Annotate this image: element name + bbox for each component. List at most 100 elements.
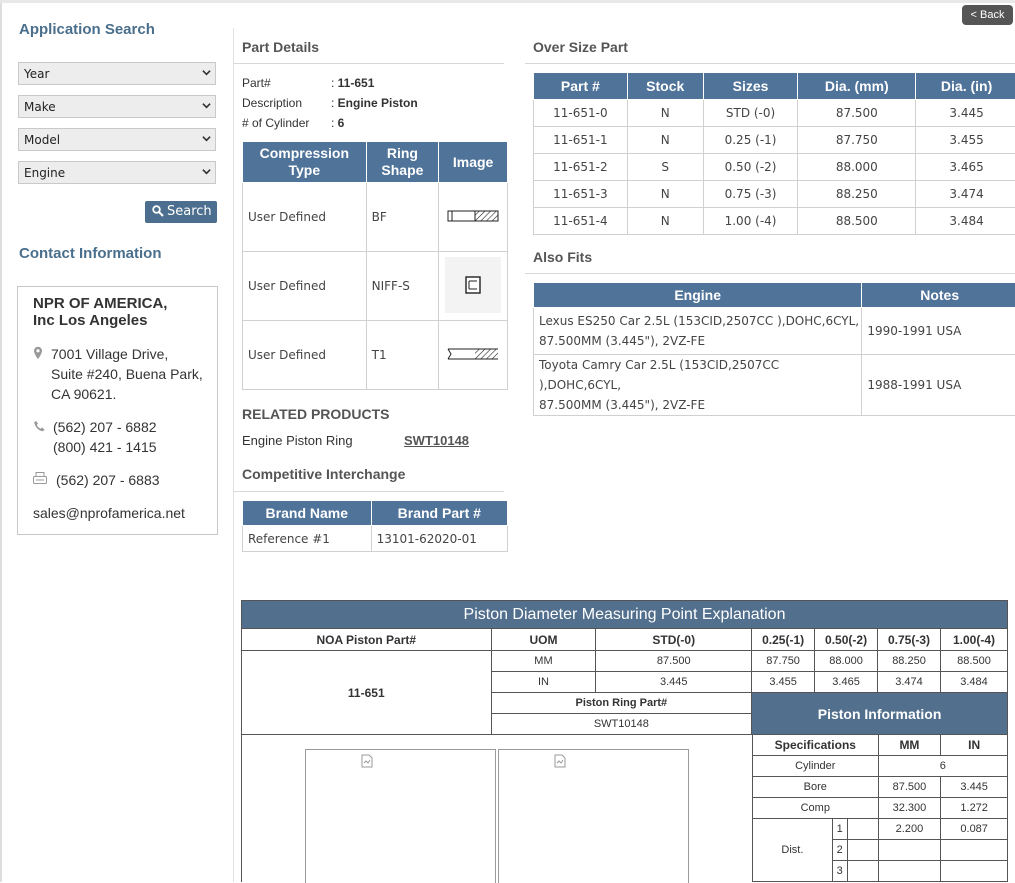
part-number-value: : 11-651: [331, 76, 374, 90]
divider: [234, 63, 504, 64]
interchange-table: Brand Name Brand Part # Reference #1 131…: [242, 500, 508, 552]
divider: [234, 491, 504, 492]
related-product-link[interactable]: SWT10148: [404, 433, 469, 448]
in-std: 3.445: [596, 672, 752, 693]
cylinder-count: 6: [338, 116, 345, 130]
company-name: NPR OF AMERICA, Inc Los Angeles: [33, 295, 167, 329]
address-line-2: Suite #240, Buena Park,: [51, 364, 203, 384]
info-bore-in: 3.445: [941, 777, 1008, 798]
oversize-dia-mm: 87.500: [798, 100, 916, 127]
part-number-label: Part#: [242, 76, 271, 90]
year-select-value: Year: [24, 67, 49, 81]
dist-mm: 2.200: [878, 819, 941, 840]
dist-index: 1: [832, 819, 847, 840]
table-row: 11-651-1N0.25 (-1)87.7503.455: [534, 127, 1015, 154]
description-value: : Engine Piston: [331, 96, 418, 110]
table-row: 11-651-3N0.75 (-3)88.2503.474: [534, 181, 1015, 208]
oversize-dia-in: 3.445: [916, 100, 1015, 127]
oversize-dia-in: 3.465: [916, 154, 1015, 181]
also-fits-table: Engine Notes Lexus ES250 Car 2.5L (153CI…: [533, 282, 1015, 416]
dist-spacer: [847, 819, 878, 840]
info-comp-in: 1.272: [941, 798, 1008, 819]
piston-diagram-image-1: [305, 749, 496, 883]
also-fits-header-notes: Notes: [862, 283, 1015, 308]
mm-std: 87.500: [596, 651, 752, 672]
chevron-down-icon: [202, 167, 211, 176]
engine-select[interactable]: Engine: [18, 161, 216, 184]
table-row: Bore 87.500 3.445: [753, 777, 1008, 798]
oversize-dia-in: 3.484: [916, 208, 1015, 235]
company-name-line1: NPR OF AMERICA,: [33, 295, 167, 312]
ring-bf-icon: [447, 209, 499, 223]
piston-ring-part-label: Piston Ring Part#: [491, 693, 752, 714]
search-button-label: Search: [167, 204, 212, 219]
part-number: 11-651: [338, 76, 375, 90]
search-button[interactable]: Search: [145, 201, 217, 223]
brand-part-number: 13101-62020-01: [371, 526, 507, 552]
engine-line-2: 87.500MM (3.445"), 2VZ-FE: [539, 331, 861, 351]
phone-1: (562) 207 - 6882: [53, 417, 157, 437]
engine-line-1: Toyota Camry Car 2.5L (153CID,2507CC ),D…: [539, 355, 861, 395]
oversize-table: Part # Stock Sizes Dia. (mm) Dia. (in) 1…: [533, 72, 1015, 235]
engine-line-2: 87.500MM (3.445"), 2VZ-FE: [539, 395, 861, 415]
broken-image-icon: [360, 754, 374, 768]
ring-shape: NIFF-S: [366, 252, 439, 321]
oversize-dia-mm: 88.000: [798, 154, 916, 181]
model-select[interactable]: Model: [18, 128, 216, 151]
info-comp-mm: 32.300: [878, 798, 941, 819]
cylinder-value: : 6: [331, 116, 344, 130]
description-label: Description: [242, 96, 302, 110]
mm-100: 88.500: [941, 651, 1008, 672]
chevron-down-icon: [202, 68, 211, 77]
info-cylinder-label: Cylinder: [753, 756, 879, 777]
info-cylinder-value: 6: [878, 756, 1007, 777]
back-button[interactable]: < Back: [962, 5, 1013, 25]
divider: [525, 273, 1015, 274]
oversize-size: 0.25 (-1): [703, 127, 798, 154]
table-row: User Defined NIFF-S: [243, 252, 508, 321]
oversize-dia-in: 3.455: [916, 127, 1015, 154]
oversize-stock: N: [627, 127, 703, 154]
year-select[interactable]: Year: [18, 62, 216, 85]
mm-075: 88.250: [878, 651, 941, 672]
make-select[interactable]: Make: [18, 95, 216, 118]
info-header-in: IN: [941, 735, 1008, 756]
dist-in: 0.087: [941, 819, 1008, 840]
measuring-point-table: Piston Diameter Measuring Point Explanat…: [241, 600, 1008, 735]
table-row: 11-651 MM 87.500 87.750 88.000 88.250 88…: [242, 651, 1008, 672]
oversize-size: 1.00 (-4): [703, 208, 798, 235]
related-product-label: Engine Piston Ring: [242, 433, 353, 448]
dist-mm: [878, 861, 941, 882]
measure-header-100: 1.00(-4): [941, 629, 1008, 651]
uom-in: IN: [491, 672, 596, 693]
ring-shape: BF: [366, 183, 439, 252]
table-row: Lexus ES250 Car 2.5L (153CID,2507CC ),DO…: [534, 308, 1015, 355]
oversize-part: 11-651-4: [534, 208, 628, 235]
table-row: Toyota Camry Car 2.5L (153CID,2507CC ),D…: [534, 355, 1015, 416]
oversize-stock: N: [627, 100, 703, 127]
oversize-dia-in: 3.474: [916, 181, 1015, 208]
table-row: User Defined T1: [243, 321, 508, 390]
dist-spacer: [847, 840, 878, 861]
ring-t1-icon: [447, 347, 499, 361]
mm-050: 88.000: [815, 651, 878, 672]
ring-shape: T1: [366, 321, 439, 390]
oversize-dia-mm: 88.500: [798, 208, 916, 235]
dist-index: 3: [832, 861, 847, 882]
in-100: 3.484: [941, 672, 1008, 693]
info-header-mm: MM: [878, 735, 941, 756]
phone-2: (800) 421 - 1415: [53, 437, 157, 457]
divider: [525, 63, 1015, 64]
chevron-down-icon: [202, 134, 211, 143]
competitive-interchange-title: Competitive Interchange: [242, 466, 405, 482]
table-row: 11-651-4N1.00 (-4)88.5003.484: [534, 208, 1015, 235]
measure-header-std: STD(-0): [596, 629, 752, 651]
oversize-header-dia-mm: Dia. (mm): [798, 73, 916, 100]
broken-image-icon: [553, 754, 567, 768]
in-050: 3.465: [815, 672, 878, 693]
table-row: 11-651-0NSTD (-0)87.5003.445: [534, 100, 1015, 127]
table-row: Cylinder 6: [753, 756, 1008, 777]
related-products-title: RELATED PRODUCTS: [242, 406, 390, 422]
address-line-1: 7001 Village Drive,: [51, 344, 168, 364]
search-icon: [152, 205, 164, 217]
